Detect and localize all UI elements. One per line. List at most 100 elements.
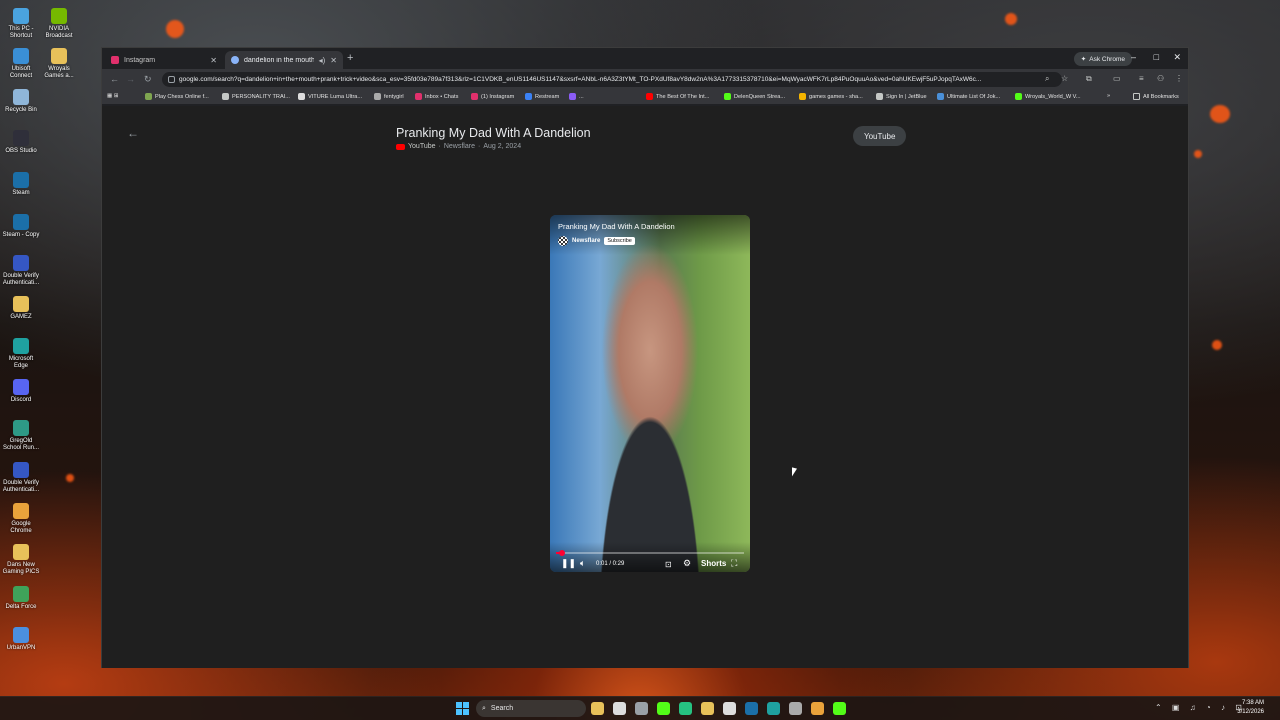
shorts-button[interactable]: Shorts (701, 559, 726, 568)
app-icon (13, 48, 29, 64)
extensions-icon[interactable]: ⧉ (1086, 74, 1092, 84)
desktop-icon[interactable]: Delta Force (2, 586, 40, 611)
bookmark-item[interactable]: Inbox • Chats (415, 93, 458, 100)
bookmark-item[interactable]: (1) Instagram (471, 93, 514, 100)
maximize-button[interactable]: □ (1154, 52, 1159, 62)
desktop-icon[interactable]: This PC - Shortcut (2, 8, 40, 40)
browser-toolbar: ← → ↻ google.com/search?q=dandelion+in+t… (102, 69, 1188, 90)
channel-avatar[interactable] (558, 236, 568, 246)
captions-icon[interactable]: ⊡ (665, 560, 672, 569)
taskbar-app-icon[interactable] (657, 702, 670, 715)
tab-instagram[interactable]: Instagram ✕ (105, 51, 223, 69)
taskbar-app-icon[interactable] (591, 702, 604, 715)
fullscreen-icon[interactable]: ⛶ (731, 558, 737, 569)
desktop-icon-label: Double Verify Authenticati... (2, 273, 40, 286)
progress-bar[interactable] (556, 550, 744, 556)
desktop-icon[interactable]: UrbanVPN (2, 627, 40, 652)
desktop-icon[interactable]: Wroyals Games a... (40, 48, 78, 80)
desktop-icon[interactable]: Steam (2, 172, 40, 197)
desktop-icon-label: UrbanVPN (6, 645, 36, 651)
taskbar-app-icon[interactable] (723, 702, 736, 715)
clock[interactable]: 7:38 AM 3/12/2026 (1237, 699, 1264, 717)
bookmarks-overflow-button[interactable]: » (1107, 93, 1110, 99)
subscribe-button[interactable]: Subscribe (604, 237, 635, 245)
settings-gear-icon[interactable]: ⚙ (683, 558, 691, 569)
desktop-icon[interactable]: GAMEZ (2, 296, 40, 321)
speaker-icon[interactable]: ◂) (319, 56, 326, 65)
system-tray-icons[interactable]: ⌃ ▣ ♫ ◔ ♪ ⊡ (1155, 703, 1246, 712)
desktop-icon[interactable]: NVIDIA Broadcast (40, 8, 78, 40)
tab-label: dandelion in the mouth pr... (244, 56, 314, 64)
back-arrow-icon[interactable]: ← (127, 126, 139, 140)
desktop-icon[interactable]: Double Verify Authenticati... (2, 255, 40, 287)
all-bookmarks-label: All Bookmarks (1143, 93, 1179, 100)
ember (1194, 150, 1202, 158)
close-tab-icon[interactable]: ✕ (210, 56, 217, 65)
taskbar-app-icon[interactable] (701, 702, 714, 715)
bookmark-item[interactable]: Restream (525, 93, 559, 100)
desktop-icon[interactable]: Dans New Gaming PICS (2, 544, 40, 576)
bookmark-item[interactable]: DelenQueen Strea... (724, 93, 785, 100)
apps-icon[interactable]: ▦ ⊞ (107, 93, 119, 99)
minimize-button[interactable]: – (1131, 52, 1136, 62)
all-bookmarks-button[interactable]: All Bookmarks (1133, 93, 1179, 100)
close-window-button[interactable]: ✕ (1173, 52, 1181, 63)
bookmark-item[interactable]: PERSONALITY TRAI... (222, 93, 290, 100)
forward-icon[interactable]: → (126, 74, 135, 84)
split-view-icon[interactable]: ▭ (1113, 74, 1121, 83)
zoom-icon[interactable]: ⌕ (1045, 74, 1049, 84)
player-title[interactable]: Pranking My Dad With A Dandelion (558, 222, 675, 231)
reload-icon[interactable]: ↻ (144, 74, 152, 85)
bookmark-item[interactable]: games games - sha... (799, 93, 863, 100)
cast-icon[interactable]: ≡ (1139, 74, 1144, 83)
taskbar-app-icon[interactable] (635, 702, 648, 715)
windows-start-icon[interactable] (456, 702, 469, 715)
desktop-icon[interactable]: GregOld School Run... (2, 420, 40, 452)
taskbar-app-icon[interactable] (767, 702, 780, 715)
taskbar-search[interactable]: ⌕ Search (476, 700, 586, 717)
ask-chrome-label: Ask Chrome (1089, 55, 1125, 63)
taskbar-app-icon[interactable] (811, 702, 824, 715)
ask-chrome-button[interactable]: ✦ Ask Chrome (1073, 52, 1132, 66)
bookmark-item[interactable]: Wroyals_World_W V... (1015, 93, 1081, 100)
bookmark-label: games games - sha... (809, 93, 863, 100)
desktop-icon[interactable]: Microsoft Edge (2, 338, 40, 370)
bookmark-item[interactable]: The Best Of The Int... (646, 93, 709, 100)
bookmark-item[interactable]: VITURE Luma Ultra... (298, 93, 362, 100)
open-youtube-button[interactable]: YouTube (853, 126, 907, 146)
app-icon (13, 503, 29, 519)
menu-icon[interactable]: ⋮ (1175, 74, 1183, 83)
app-icon (13, 255, 29, 271)
address-bar[interactable]: google.com/search?q=dandelion+in+the+mou… (162, 72, 1062, 87)
video-player[interactable]: Pranking My Dad With A Dandelion Newsfla… (550, 215, 750, 572)
bookmark-item[interactable]: Sign In | JetBlue (876, 93, 927, 100)
pause-icon[interactable]: ❚❚ (561, 558, 576, 569)
desktop-icon[interactable]: Steam - Copy (2, 214, 40, 239)
taskbar-app-icon[interactable] (833, 702, 846, 715)
bookmark-item[interactable]: fentygirl (374, 93, 404, 100)
player-channel-name[interactable]: Newsflare (572, 238, 600, 244)
bookmark-item[interactable]: Play Chess Online f... (145, 93, 209, 100)
bookmark-star-icon[interactable]: ☆ (1061, 74, 1068, 83)
bookmark-item[interactable]: ... (569, 93, 584, 100)
desktop-icon[interactable]: Discord (2, 379, 40, 404)
taskbar-app-icon[interactable] (613, 702, 626, 715)
desktop-icon[interactable]: Google Chrome (2, 503, 40, 535)
close-tab-icon[interactable]: ✕ (330, 56, 337, 65)
profile-icon[interactable]: ⚇ (1157, 74, 1164, 83)
desktop-icon-label: Delta Force (5, 604, 37, 610)
tab-google-search[interactable]: dandelion in the mouth pr... ◂) ✕ (225, 51, 343, 69)
desktop-icon[interactable]: Double Verify Authenticati... (2, 462, 40, 494)
new-tab-button[interactable]: + (347, 52, 353, 64)
taskbar-app-icon[interactable] (789, 702, 802, 715)
desktop-icon[interactable]: Ubisoft Connect (2, 48, 40, 80)
taskbar-app-icon[interactable] (745, 702, 758, 715)
taskbar-app-icon[interactable] (679, 702, 692, 715)
desktop-icon[interactable]: OBS Studio (2, 130, 40, 155)
bookmark-item[interactable]: Ultimate List Of Jok... (937, 93, 1000, 100)
site-info-icon[interactable] (168, 76, 175, 83)
desktop-icon[interactable]: Recycle Bin (2, 89, 40, 114)
back-icon[interactable]: ← (110, 74, 119, 84)
player-top-gradient (550, 215, 750, 255)
volume-icon[interactable]: 🔈︎ (580, 558, 585, 569)
